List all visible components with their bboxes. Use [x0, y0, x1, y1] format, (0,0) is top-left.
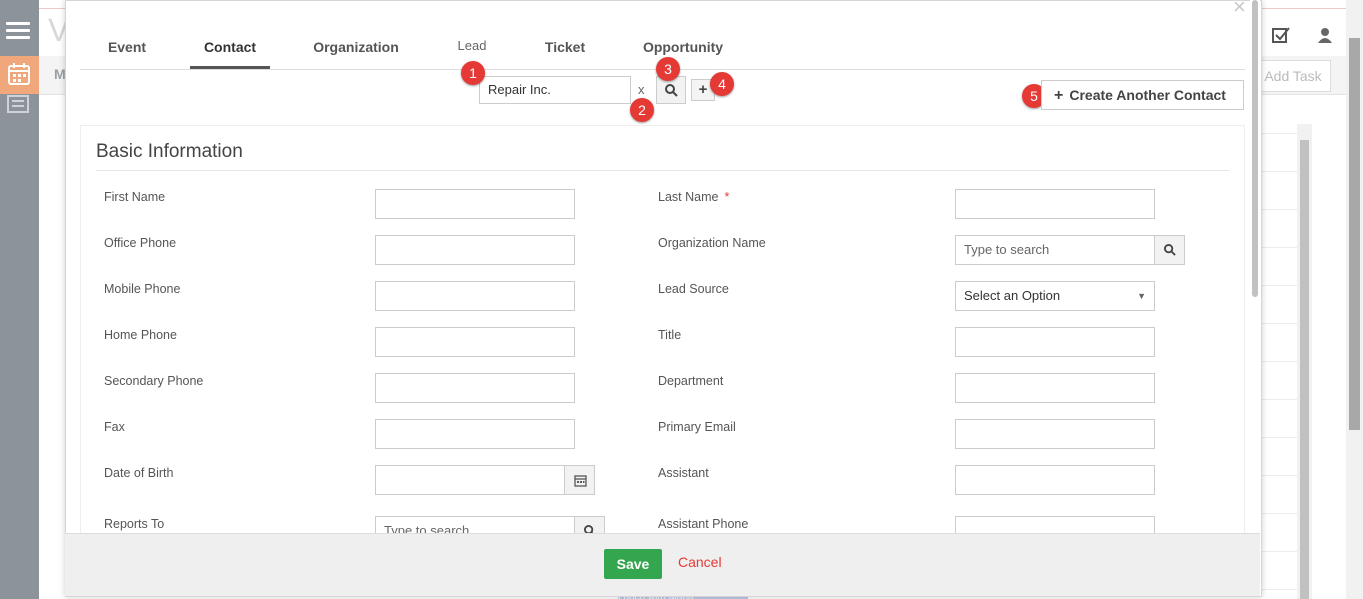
page-scrollbar[interactable] [1346, 0, 1363, 599]
label-secondary-phone: Secondary Phone [104, 374, 204, 388]
tab-contact[interactable]: Contact [190, 30, 270, 69]
tab-organization[interactable]: Organization [305, 30, 407, 67]
mobile-phone-field[interactable] [375, 281, 575, 311]
menu-icon[interactable] [6, 22, 30, 40]
chevron-down-icon: ▼ [1137, 291, 1146, 301]
calendar-icon [8, 63, 30, 85]
calendar-icon [574, 475, 587, 487]
user-icon[interactable] [1318, 27, 1332, 43]
organization-search-button[interactable] [1154, 235, 1185, 265]
callout-badge-4: 4 [710, 72, 734, 96]
title-field[interactable] [955, 327, 1155, 357]
assistant-phone-field[interactable] [955, 516, 1155, 533]
label-mobile-phone: Mobile Phone [104, 282, 181, 296]
required-marker: * [724, 190, 730, 204]
last-name-field[interactable] [955, 189, 1155, 219]
create-another-label: Create Another Contact [1069, 87, 1226, 103]
label-title: Title [658, 328, 682, 342]
add-task-button[interactable]: Add Task [1255, 60, 1331, 92]
section-title: Basic Information [96, 141, 243, 162]
label-last-name: Last Name * [658, 190, 729, 204]
list-icon [7, 95, 29, 113]
checkbox-icon[interactable] [1272, 26, 1290, 44]
search-icon [1164, 244, 1176, 256]
date-picker-button[interactable] [564, 465, 595, 495]
save-button[interactable]: Save [604, 549, 662, 579]
fax-field[interactable] [375, 419, 575, 449]
label-organization-name: Organization Name [658, 236, 766, 250]
create-another-contact-button[interactable]: + Create Another Contact [1041, 80, 1244, 110]
section-divider [96, 170, 1229, 171]
label-department: Department [658, 374, 724, 388]
clear-selection-button[interactable]: x [638, 82, 645, 97]
tab-event[interactable]: Event [100, 30, 154, 67]
organization-name-input[interactable]: Type to search [955, 235, 1155, 265]
label-first-name: First Name [104, 190, 166, 204]
related-record-input[interactable]: Repair Inc. [479, 76, 631, 104]
sidebar-item-list[interactable] [7, 95, 29, 118]
label-assistant: Assistant [658, 466, 709, 480]
calendar-grid [1260, 96, 1298, 599]
modal-scrollbar[interactable] [1250, 0, 1260, 535]
label-reports-to: Reports To [104, 517, 165, 531]
callout-badge-3: 3 [656, 57, 680, 81]
tab-opportunity[interactable]: Opportunity [638, 30, 728, 67]
lead-source-select[interactable]: Select an Option ▼ [955, 281, 1155, 311]
plus-icon: + [1054, 87, 1064, 104]
secondary-phone-field[interactable] [375, 373, 575, 403]
label-assistant-phone: Assistant Phone [658, 517, 749, 531]
first-name-field[interactable] [375, 189, 575, 219]
reports-to-input[interactable]: Type to search [375, 516, 575, 533]
cancel-link[interactable]: Cancel [678, 554, 722, 570]
label-office-phone: Office Phone [104, 236, 177, 250]
label-home-phone: Home Phone [104, 328, 177, 342]
sidebar-item-calendar[interactable] [0, 56, 39, 94]
department-field[interactable] [955, 373, 1155, 403]
close-icon[interactable]: × [1233, 0, 1246, 20]
search-icon [584, 525, 594, 533]
home-phone-field[interactable] [375, 327, 575, 357]
label-lead-source: Lead Source [658, 282, 729, 296]
app-subheader-label: M [54, 66, 66, 82]
tab-ticket[interactable]: Ticket [538, 30, 592, 67]
primary-email-field[interactable] [955, 419, 1155, 449]
assistant-field[interactable] [955, 465, 1155, 495]
callout-badge-2: 2 [630, 98, 654, 122]
office-phone-field[interactable] [375, 235, 575, 265]
last-name-label-text: Last Name [658, 190, 719, 204]
lead-source-selected: Select an Option [964, 288, 1061, 303]
callout-badge-1: 1 [461, 61, 485, 85]
search-icon [665, 84, 678, 97]
app-sidebar [0, 0, 39, 599]
label-date-of-birth: Date of Birth [104, 466, 174, 480]
calendar-scrollbar[interactable] [1297, 124, 1312, 599]
date-of-birth-field[interactable] [375, 465, 565, 495]
label-primary-email: Primary Email [658, 420, 736, 434]
reports-to-search-button[interactable] [574, 516, 605, 533]
modal-footer [65, 533, 1260, 596]
label-fax: Fax [104, 420, 125, 434]
